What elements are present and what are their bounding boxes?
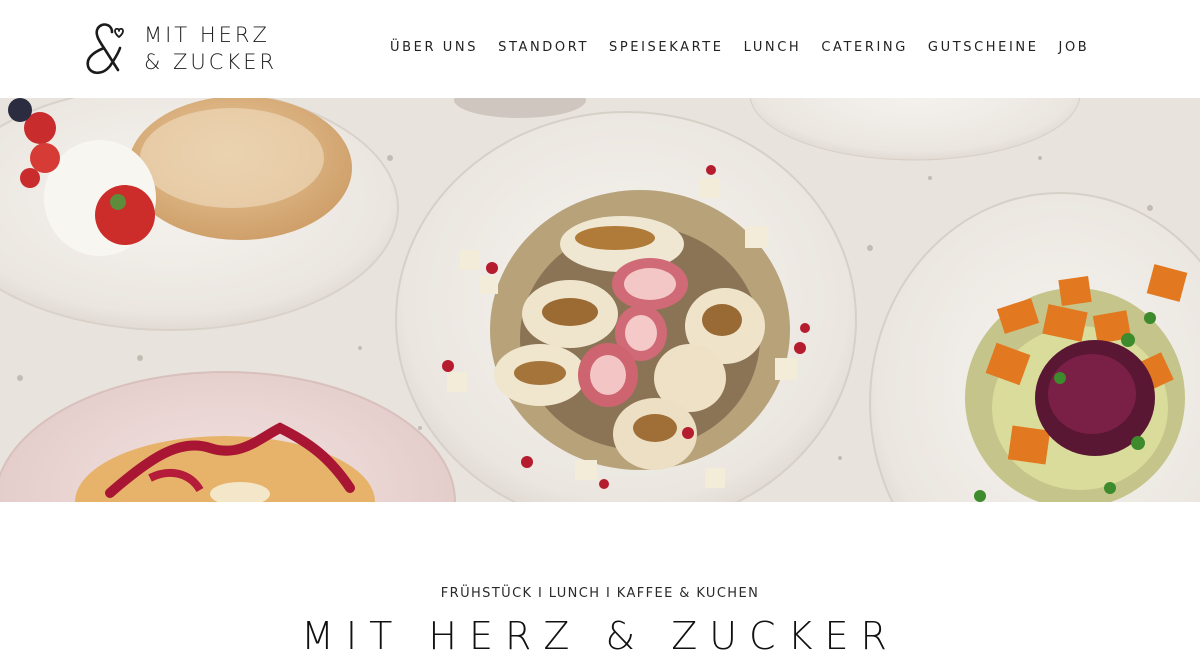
logo-link[interactable]: MIT HERZ & ZUCKER [82, 22, 277, 76]
nav-item-standort[interactable]: STANDORT [498, 40, 589, 55]
food-bowls-photo [0, 98, 1200, 502]
nav-item-speisekarte[interactable]: SPEISEKARTE [609, 40, 724, 55]
ampersand-heart-logo [86, 23, 124, 75]
hero-image [0, 98, 1200, 502]
main-nav: ÜBER UNS STANDORT SPEISEKARTE LUNCH CATE… [390, 40, 1089, 55]
brand-line-1: MIT HERZ [144, 23, 270, 47]
brand-line-2: & ZUCKER [144, 50, 278, 74]
intro-kicker: FRÜHSTÜCK I LUNCH I KAFFEE & KUCHEN [440, 586, 760, 601]
nav-item-catering[interactable]: CATERING [821, 40, 908, 55]
nav-item-ueber-uns[interactable]: ÜBER UNS [390, 40, 478, 55]
site-header: MIT HERZ & ZUCKER ÜBER UNS STANDORT SPEI… [0, 0, 1200, 98]
nav-item-job[interactable]: JOB [1059, 40, 1090, 55]
nav-item-lunch[interactable]: LUNCH [744, 40, 802, 55]
nav-item-gutscheine[interactable]: GUTSCHEINE [928, 40, 1039, 55]
brand-name: MIT HERZ & ZUCKER [144, 22, 277, 76]
intro-headline: MIT HERZ & ZUCKER [301, 614, 899, 658]
intro-section: FRÜHSTÜCK I LUNCH I KAFFEE & KUCHEN MIT … [0, 502, 1200, 658]
